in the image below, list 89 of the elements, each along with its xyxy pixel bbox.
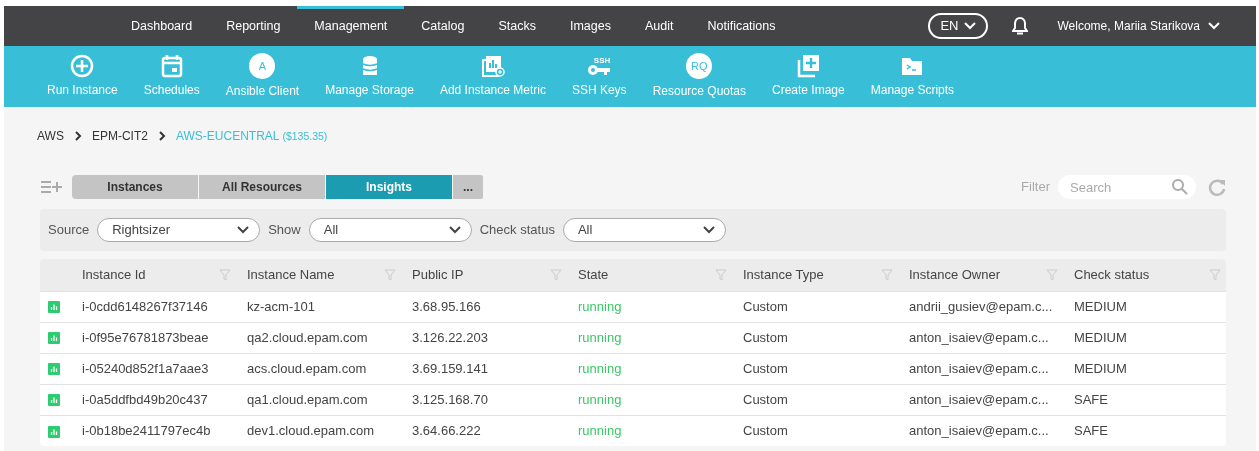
table-cell: anton_isaiev@epam.c... <box>909 423 1049 438</box>
table-cell: anton_isaiev@epam.c... <box>909 329 1049 345</box>
breadcrumb-link[interactable]: AWS <box>37 127 64 145</box>
chevron-down-icon <box>1208 22 1220 30</box>
table-cell: 3.68.95.166 <box>412 298 481 314</box>
key-icon <box>588 65 611 75</box>
funnel-icon <box>219 268 231 281</box>
table-cell: running <box>578 391 622 407</box>
chevron-right-icon <box>73 131 82 141</box>
table-cell: Custom <box>743 391 788 407</box>
funnel-icon <box>1209 268 1221 281</box>
table-cell: 3.126.22.203 <box>412 329 488 345</box>
filter-dropdown[interactable]: All <box>562 218 726 242</box>
table-cell: MEDIUM <box>1074 298 1127 314</box>
table-cell: SAFE <box>1074 423 1108 438</box>
chevron-right-icon <box>157 131 166 141</box>
funnel-icon <box>384 268 396 281</box>
chart-icon <box>48 332 60 345</box>
chart-plus-icon <box>480 54 505 78</box>
image-plus-icon <box>796 54 821 78</box>
nav-tab[interactable]: Catalog <box>404 6 482 46</box>
table-cell: i-0f95e76781873beae <box>82 329 209 345</box>
table-cell: running <box>578 423 622 438</box>
table-cell: Custom <box>743 298 788 314</box>
chevron-down-icon <box>237 226 250 234</box>
table-cell: MEDIUM <box>1074 360 1127 376</box>
plus-circle-icon <box>70 54 95 78</box>
refresh-icon[interactable] <box>1208 178 1226 196</box>
table-cell: qa2.cloud.epam.com <box>247 329 368 345</box>
letter-badge-icon: RQ <box>686 53 713 79</box>
chevron-down-icon <box>448 226 461 234</box>
table-cell: 3.64.66.222 <box>412 423 481 438</box>
table-cell: qa1.cloud.epam.com <box>247 391 368 407</box>
search-field[interactable]: Search <box>1058 175 1196 199</box>
table-cell: running <box>578 298 622 314</box>
filter-label: Check status <box>479 221 555 240</box>
table-cell: i-0b18be2411797ec4b <box>82 423 211 438</box>
table-cell: andrii_gusiev@epam.c... <box>909 298 1053 314</box>
chevron-down-icon <box>963 22 976 30</box>
nav-tab[interactable]: Dashboard <box>114 6 210 46</box>
breadcrumb-link[interactable]: EPM-CIT2 <box>91 127 148 145</box>
view-tab[interactable]: ... <box>453 175 483 199</box>
table-cell: SAFE <box>1074 391 1108 407</box>
nav-tab[interactable]: Notifications <box>690 6 793 46</box>
filter-label: Show <box>268 221 301 240</box>
language-selector[interactable]: EN <box>928 13 988 39</box>
letter-badge-icon: A <box>249 53 276 79</box>
table-cell: kz-acm-101 <box>247 298 315 314</box>
filter-dropdown[interactable]: All <box>308 218 472 242</box>
bell-icon <box>1011 17 1028 35</box>
table-cell: Custom <box>743 423 788 438</box>
nav-tab[interactable]: Reporting <box>209 6 298 46</box>
table-cell: Custom <box>743 329 788 345</box>
table-cell: i-05240d852f1a7aae3 <box>82 360 209 376</box>
table-cell: dev1.cloud.epam.com <box>247 423 375 438</box>
filter-label: Filter <box>1021 178 1050 197</box>
nav-tab[interactable]: Audit <box>627 6 691 46</box>
funnel-icon <box>715 268 727 281</box>
table-cell: running <box>578 329 622 345</box>
add-list-icon <box>40 180 64 194</box>
view-tab[interactable]: All Resources <box>199 175 325 199</box>
user-menu[interactable]: Welcome, Mariia Starikova <box>1051 16 1226 36</box>
view-tab[interactable]: Instances <box>72 175 198 199</box>
column-header[interactable]: State <box>578 265 609 285</box>
table-cell: Custom <box>743 360 788 376</box>
table-cell: i-0cdd6148267f37146 <box>82 298 208 314</box>
table-cell: MEDIUM <box>1074 329 1127 345</box>
table-cell: 3.69.159.141 <box>412 360 488 376</box>
table-cell: anton_isaiev@epam.c... <box>909 360 1049 376</box>
funnel-icon <box>881 268 893 281</box>
funnel-icon <box>550 268 562 281</box>
column-header[interactable]: Public IP <box>412 265 464 285</box>
nav-tab[interactable]: Stacks <box>481 6 553 46</box>
table-cell: anton_isaiev@epam.c... <box>909 391 1049 407</box>
key-label: SSH <box>593 57 611 65</box>
table-cell: 3.125.168.70 <box>412 391 488 407</box>
chart-icon <box>48 394 60 407</box>
calendar-icon <box>159 54 184 78</box>
table-cell: i-0a5ddfbd49b20c437 <box>82 391 208 407</box>
chart-icon <box>48 301 60 314</box>
chevron-down-icon <box>702 226 715 234</box>
filter-dropdown[interactable]: Rightsizer <box>97 218 261 242</box>
chart-icon <box>48 363 60 376</box>
table-cell: acs.cloud.epam.com <box>247 360 367 376</box>
chart-icon <box>48 425 60 438</box>
table-cell: running <box>578 360 622 376</box>
nav-tab[interactable]: Images <box>552 6 628 46</box>
funnel-icon <box>1046 268 1058 281</box>
filter-label: Source <box>48 221 90 240</box>
